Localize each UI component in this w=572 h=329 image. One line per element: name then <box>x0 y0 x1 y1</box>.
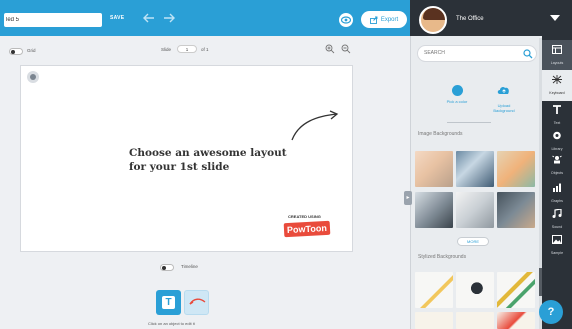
edit-hint: Click on an object to edit it <box>148 321 195 326</box>
logo-wordmark: PowToon <box>283 220 331 238</box>
redo-icon[interactable] <box>163 13 175 23</box>
user-menu-caret-icon[interactable] <box>550 15 560 21</box>
background-thumbnail[interactable] <box>497 192 535 228</box>
tab-backgrounds[interactable]: Keyboard <box>542 70 572 101</box>
preview-eye-icon[interactable] <box>339 13 353 27</box>
background-thumbnail[interactable] <box>456 151 494 187</box>
more-backgrounds-button[interactable]: MORE <box>457 237 489 246</box>
slide-headline: Choose an awesome layout for your 1st sl… <box>129 146 319 174</box>
headline-line-2: for your 1st slide <box>129 161 230 173</box>
sample-icon <box>552 235 562 244</box>
objects-icon <box>552 155 562 164</box>
tab-objects[interactable]: Objects <box>542 150 572 181</box>
tab-sample[interactable]: Sample <box>542 230 572 261</box>
export-label: Export <box>380 16 399 23</box>
tab-label: Sound <box>551 225 563 229</box>
pick-color-label: Pick a color <box>446 99 468 104</box>
export-button[interactable]: Export <box>361 11 407 28</box>
add-text-button[interactable]: T <box>156 290 181 315</box>
background-pattern-icon <box>552 75 562 84</box>
line-tool-icon <box>189 298 206 305</box>
stylized-background-thumbnail[interactable] <box>415 272 453 308</box>
collapse-panel-button[interactable]: ▸ <box>404 191 412 205</box>
library-icon <box>553 131 561 140</box>
user-name: The Office <box>456 16 484 22</box>
stylized-background-thumbnail[interactable] <box>497 312 535 329</box>
stylized-background-thumbnail[interactable] <box>415 312 453 329</box>
graphs-icon <box>553 183 561 192</box>
search-input[interactable] <box>424 50 514 56</box>
zoom-in-icon[interactable] <box>325 44 335 54</box>
panel-divider <box>447 122 491 123</box>
help-button[interactable]: ? <box>539 300 563 324</box>
add-shape-button[interactable] <box>184 290 209 315</box>
stylized-backgrounds-heading: Stylized Backgrounds <box>418 254 467 260</box>
tab-layouts[interactable]: Layouts <box>542 40 572 71</box>
image-backgrounds-heading: Image Backgrounds <box>418 131 463 137</box>
tab-label: Objects <box>550 171 564 175</box>
background-thumbnail[interactable] <box>497 151 535 187</box>
stylized-background-thumbnail[interactable] <box>456 272 494 308</box>
grid-label: Grid <box>27 48 36 53</box>
background-thumbnail[interactable] <box>456 192 494 228</box>
cloud-upload-icon <box>497 86 509 94</box>
tab-label: Sample <box>550 251 564 255</box>
background-thumbnail[interactable] <box>415 151 453 187</box>
text-icon <box>553 105 561 114</box>
logo-caption: CREATED USING <box>288 214 321 219</box>
sound-icon <box>552 208 562 218</box>
slide-number-selector[interactable]: 1 <box>177 45 197 53</box>
grid-toggle[interactable] <box>9 48 23 55</box>
slide-label: Slide <box>161 47 172 52</box>
slide-count-label: of 1 <box>201 47 209 52</box>
tab-label: Layouts <box>550 61 564 65</box>
layouts-icon <box>552 45 562 54</box>
timeline-toggle[interactable] <box>160 264 174 271</box>
tab-label: Keyboard <box>549 91 565 95</box>
slide-badge-icon <box>27 71 39 83</box>
pick-color-button[interactable]: Pick a color <box>439 85 475 104</box>
tab-label: Graphs <box>551 199 563 203</box>
search-icon[interactable] <box>523 49 533 59</box>
headline-line-1: Choose an awesome layout <box>129 147 287 159</box>
save-button[interactable]: SAVE <box>110 15 124 21</box>
color-picker-icon <box>451 85 463 96</box>
export-icon <box>369 16 378 24</box>
powtoon-logo: CREATED USING PowToon <box>283 214 342 240</box>
slide-canvas[interactable]: Choose an awesome layout for your 1st sl… <box>20 65 353 252</box>
search-box[interactable] <box>417 45 537 62</box>
stylized-background-thumbnail[interactable] <box>456 312 494 329</box>
upload-label-2: Background <box>493 108 515 113</box>
upload-background-button[interactable]: Upload Background <box>486 85 522 113</box>
undo-icon[interactable] <box>143 13 155 23</box>
zoom-out-icon[interactable] <box>341 44 351 54</box>
presentation-title-input[interactable] <box>4 13 102 27</box>
background-thumbnail[interactable] <box>415 192 453 228</box>
timeline-label: Timeline <box>181 264 198 269</box>
curved-arrow-icon <box>291 110 339 141</box>
stylized-background-thumbnail[interactable] <box>497 272 535 308</box>
user-avatar[interactable] <box>419 6 447 34</box>
tab-label: Text <box>553 121 561 125</box>
text-tool-icon: T <box>162 296 175 309</box>
